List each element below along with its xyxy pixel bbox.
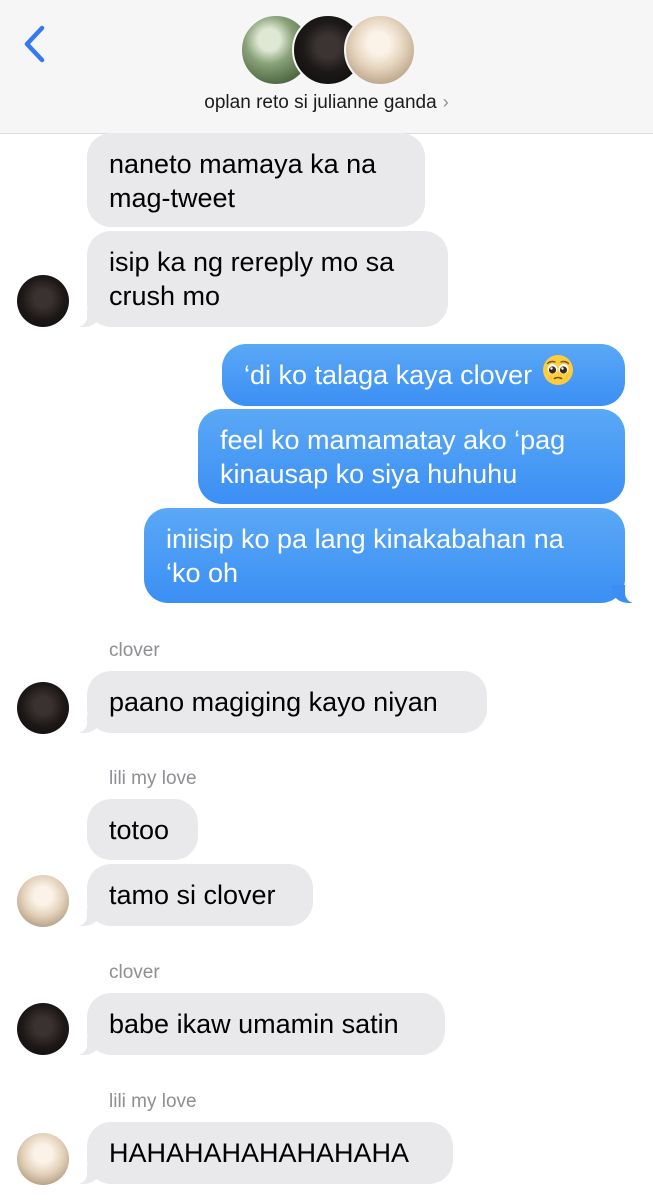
message-line: feel ko mamamatay ako ‘pag [220, 425, 566, 455]
message-line: crush mo [109, 281, 221, 311]
message-bubble[interactable]: naneto mamaya ka na mag-tweet [87, 133, 425, 227]
avatar-clover[interactable] [17, 275, 69, 327]
message-line: ‘di ko talaga kaya clover [244, 360, 533, 390]
chevron-left-icon [24, 25, 45, 63]
message-line: HAHAHAHAHAHAHAHA [109, 1138, 410, 1168]
message-bubble[interactable]: iniisip ko pa lang kinakabahan na ‘ko oh [144, 508, 651, 603]
message-bubble[interactable]: tamo si clover [61, 864, 313, 926]
group-avatars[interactable] [240, 14, 416, 86]
message-line: naneto mamaya ka na [109, 149, 377, 179]
message-bubble[interactable]: totoo [87, 799, 198, 860]
chevron-right-icon: › [442, 92, 449, 112]
group-name: oplan reto si julianne ganda [204, 92, 437, 113]
message-line: tamo si clover [109, 880, 276, 910]
message-bubble[interactable]: HAHAHAHAHAHAHAHA [61, 1122, 453, 1184]
message-bubble[interactable]: ‘di ko talaga kaya clover [222, 344, 625, 406]
message-bubble[interactable]: babe ikaw umamin satin [61, 993, 445, 1055]
message-line: kinausap ko siya huhuhu [220, 459, 518, 489]
message-bubble[interactable]: feel ko mamamatay ako ‘pag kinausap ko s… [198, 409, 625, 504]
sender-name: lili my love [109, 1091, 197, 1112]
message-line: ‘ko oh [166, 558, 239, 588]
conversation-header: oplan reto si julianne ganda › [0, 0, 653, 134]
message-line: isip ka ng rereply mo sa [109, 247, 395, 277]
group-name-button[interactable]: oplan reto si julianne ganda › [0, 92, 653, 114]
sender-name: lili my love [109, 768, 197, 789]
message-line: mag-tweet [109, 183, 236, 213]
group-avatar-3 [344, 14, 416, 86]
message-line: paano magiging kayo niyan [109, 687, 438, 717]
sender-name: clover [109, 962, 160, 983]
pleading-face-emoji-icon [542, 354, 574, 394]
avatar-clover[interactable] [17, 682, 69, 734]
message-line: iniisip ko pa lang kinakabahan na [166, 524, 564, 554]
message-bubble[interactable]: isip ka ng rereply mo sa crush mo [61, 231, 448, 327]
avatar-clover[interactable] [17, 1003, 69, 1055]
sender-name: clover [109, 640, 160, 661]
back-button[interactable] [18, 22, 52, 66]
avatar-lili[interactable] [17, 875, 69, 927]
message-line: totoo [109, 815, 170, 845]
message-line: babe ikaw umamin satin [109, 1009, 399, 1039]
message-bubble[interactable]: paano magiging kayo niyan [61, 671, 487, 733]
avatar-lili[interactable] [17, 1133, 69, 1185]
